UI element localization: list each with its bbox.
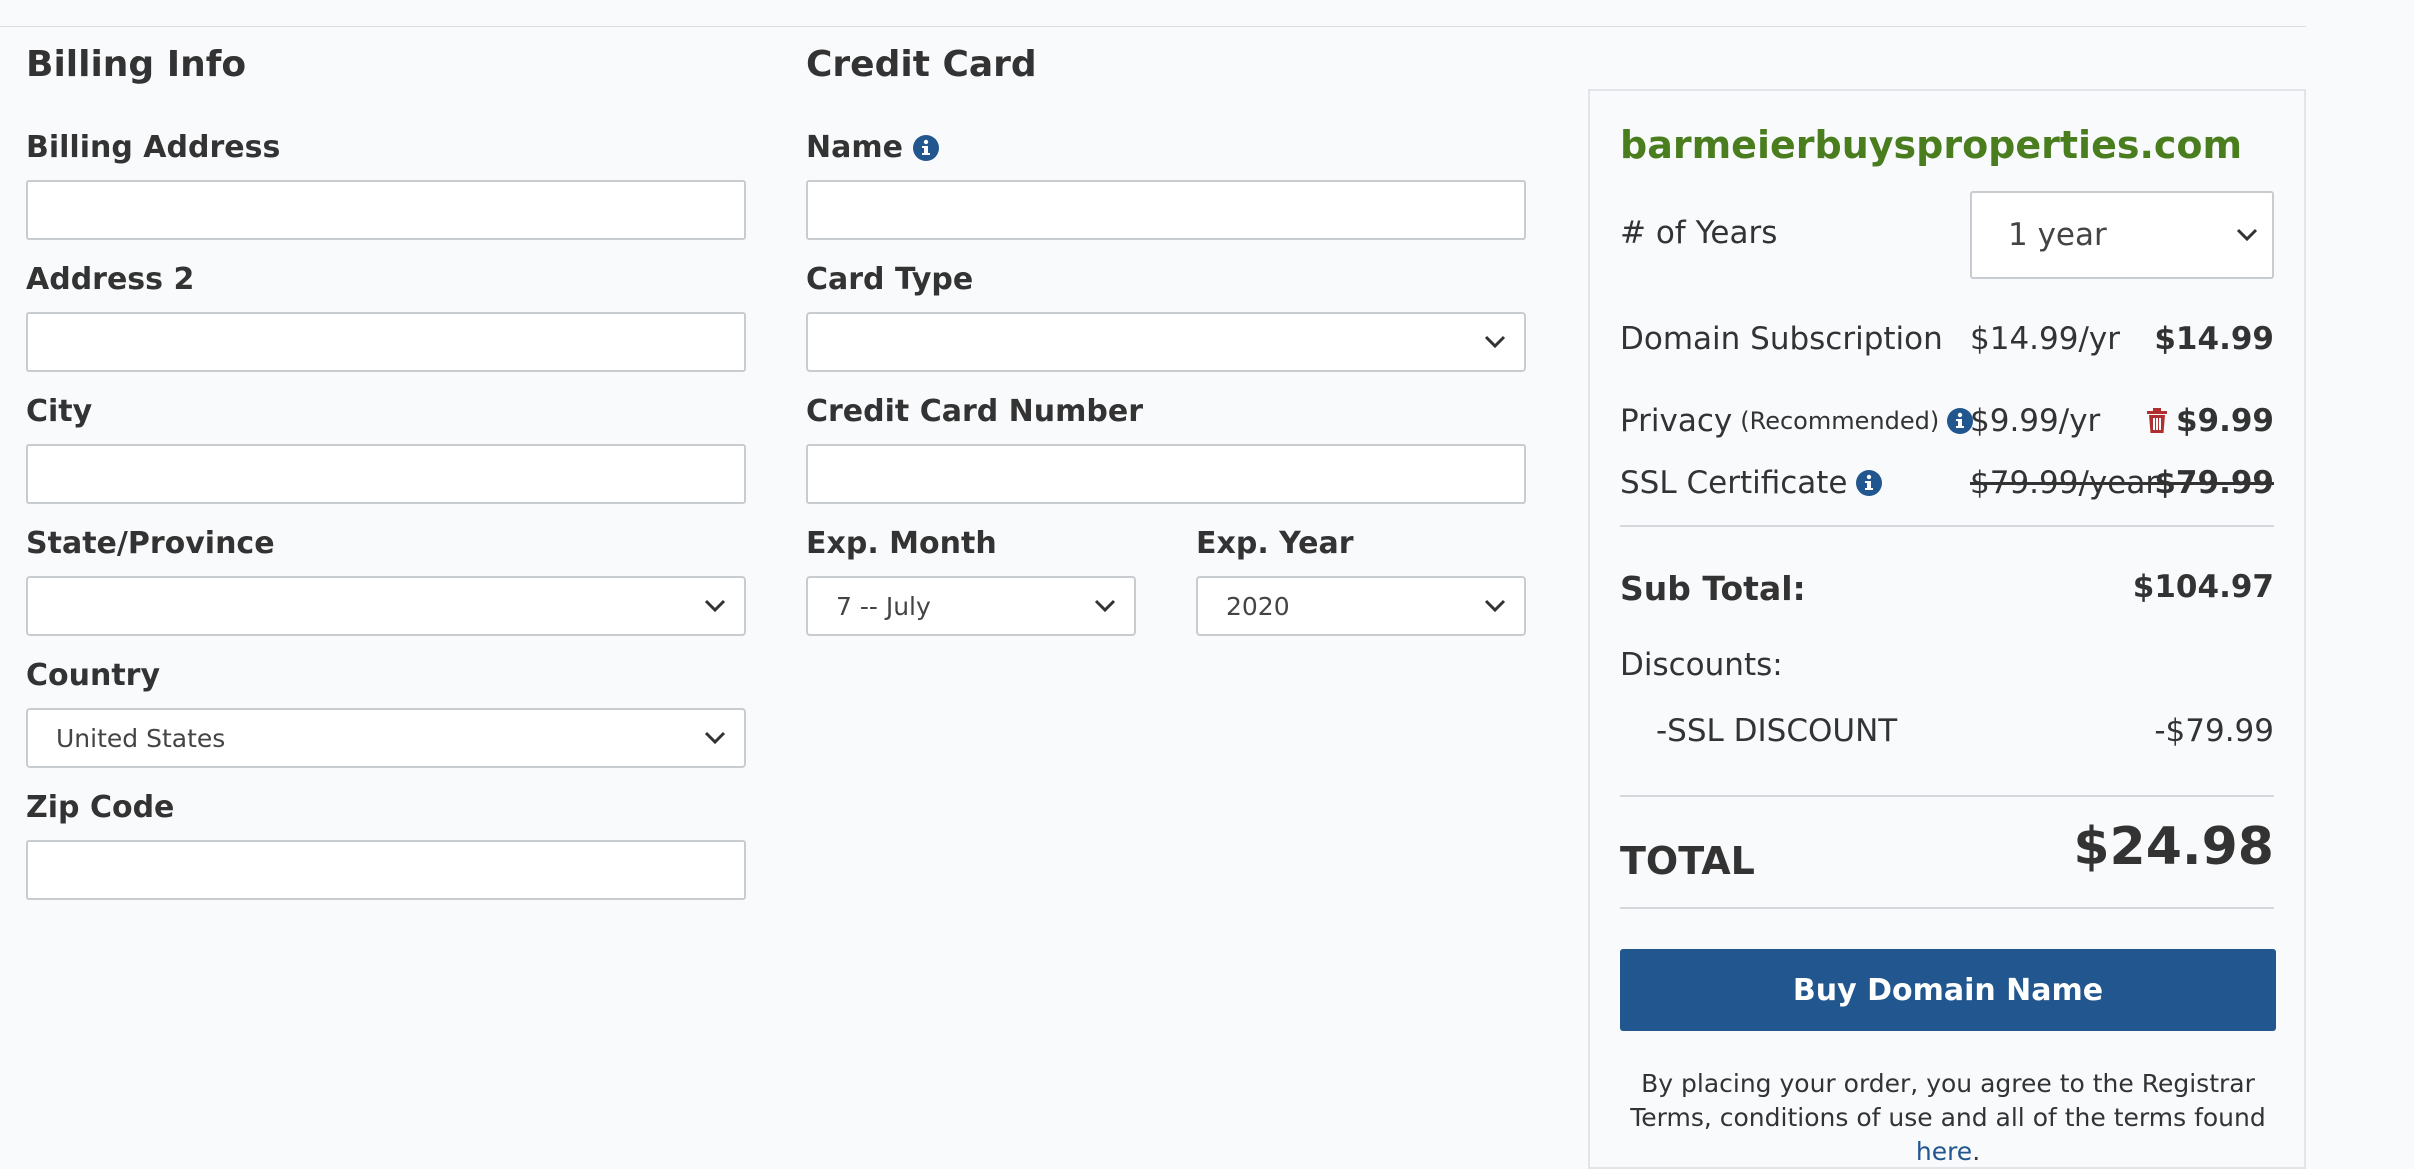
country-label: Country xyxy=(26,658,160,693)
privacy-note: (Recommended) xyxy=(1740,407,1940,435)
total-label: TOTAL xyxy=(1620,839,1755,883)
chevron-down-icon xyxy=(2236,228,2258,242)
exp-year-label-text: Exp. Year xyxy=(1196,526,1354,561)
state-label-text: State/Province xyxy=(26,526,275,561)
ssl-price: $79.99 xyxy=(2154,465,2274,501)
years-select-value: 1 year xyxy=(2008,217,2107,253)
years-select[interactable]: 1 year xyxy=(1970,191,2274,279)
chevron-down-icon xyxy=(704,731,726,745)
chevron-down-icon xyxy=(704,599,726,613)
subscription-rate: $14.99/yr xyxy=(1970,321,2121,357)
terms-text-end: . xyxy=(1972,1137,1981,1166)
card-name-input[interactable] xyxy=(806,180,1526,240)
card-type-label-text: Card Type xyxy=(806,262,974,297)
address2-label: Address 2 xyxy=(26,262,194,297)
privacy-price: $9.99 xyxy=(2146,403,2274,439)
subscription-row-name: Domain Subscription xyxy=(1620,321,1943,357)
card-number-input[interactable] xyxy=(806,444,1526,504)
discounts-label: Discounts: xyxy=(1620,647,1783,683)
ssl-price-value: $79.99 xyxy=(2154,465,2274,501)
billing-address-label-text: Billing Address xyxy=(26,130,281,165)
city-label: City xyxy=(26,394,92,429)
years-label: # of Years xyxy=(1620,215,1778,251)
subtotal-label: Sub Total: xyxy=(1620,569,1806,608)
trash-icon[interactable] xyxy=(2146,408,2168,434)
exp-month-label-text: Exp. Month xyxy=(806,526,997,561)
country-select[interactable]: United States xyxy=(26,708,746,768)
zip-label-text: Zip Code xyxy=(26,790,175,825)
chevron-down-icon xyxy=(1094,599,1116,613)
exp-month-select[interactable]: 7 -- July xyxy=(806,576,1136,636)
discount-value: -$79.99 xyxy=(2154,713,2274,749)
subscription-price-value: $14.99 xyxy=(2154,321,2274,357)
state-label: State/Province xyxy=(26,526,275,561)
card-name-label: Name xyxy=(806,130,939,165)
domain-name-title: barmeierbuysproperties.com xyxy=(1620,123,2243,167)
terms-link[interactable]: here xyxy=(1916,1137,1972,1166)
chevron-down-icon xyxy=(1484,599,1506,613)
state-select[interactable] xyxy=(26,576,746,636)
billing-address-label: Billing Address xyxy=(26,130,280,165)
summary-divider xyxy=(1620,907,2274,909)
exp-year-select-value: 2020 xyxy=(1226,591,1290,621)
privacy-row-name: Privacy (Recommended) xyxy=(1620,403,1974,439)
chevron-down-icon xyxy=(1484,335,1506,349)
buy-domain-button[interactable]: Buy Domain Name xyxy=(1620,949,2276,1031)
card-number-label: Credit Card Number xyxy=(806,394,1143,429)
card-number-label-text: Credit Card Number xyxy=(806,394,1144,429)
country-label-text: Country xyxy=(26,658,161,693)
subscription-price: $14.99 xyxy=(2154,321,2274,357)
discount-name: -SSL DISCOUNT xyxy=(1656,713,1898,749)
address2-label-text: Address 2 xyxy=(26,262,195,297)
zip-label: Zip Code xyxy=(26,790,174,825)
subtotal-value: $104.97 xyxy=(2132,569,2274,605)
order-summary-panel: barmeierbuysproperties.com # of Years 1 … xyxy=(1588,89,2306,1169)
top-divider xyxy=(0,26,2306,27)
zip-input[interactable] xyxy=(26,840,746,900)
privacy-price-value: $9.99 xyxy=(2175,403,2274,439)
subscription-name: Domain Subscription xyxy=(1620,321,1943,357)
exp-month-select-value: 7 -- July xyxy=(836,591,931,621)
billing-address-input[interactable] xyxy=(26,180,746,240)
credit-card-title: Credit Card xyxy=(806,44,1037,85)
ssl-row-name: SSL Certificate xyxy=(1620,465,1882,501)
summary-divider xyxy=(1620,795,2274,797)
city-label-text: City xyxy=(26,394,93,429)
address2-input[interactable] xyxy=(26,312,746,372)
exp-year-label: Exp. Year xyxy=(1196,526,1354,561)
terms-text: By placing your order, you agree to the … xyxy=(1620,1067,2276,1169)
exp-month-label: Exp. Month xyxy=(806,526,997,561)
terms-text-body: By placing your order, you agree to the … xyxy=(1630,1069,2266,1132)
exp-year-select[interactable]: 2020 xyxy=(1196,576,1526,636)
card-type-select[interactable] xyxy=(806,312,1526,372)
info-icon[interactable] xyxy=(1855,470,1882,496)
country-select-value: United States xyxy=(56,723,226,753)
ssl-rate: $79.99/year xyxy=(1970,465,2159,501)
card-name-label-text: Name xyxy=(806,130,903,165)
privacy-rate: $9.99/yr xyxy=(1970,403,2101,439)
card-type-label: Card Type xyxy=(806,262,973,297)
info-icon[interactable] xyxy=(912,134,939,161)
city-input[interactable] xyxy=(26,444,746,504)
privacy-name: Privacy xyxy=(1620,403,1733,439)
total-value: $24.98 xyxy=(2073,817,2274,877)
billing-info-title: Billing Info xyxy=(26,44,247,85)
ssl-name: SSL Certificate xyxy=(1620,465,1848,501)
summary-divider xyxy=(1620,525,2274,527)
